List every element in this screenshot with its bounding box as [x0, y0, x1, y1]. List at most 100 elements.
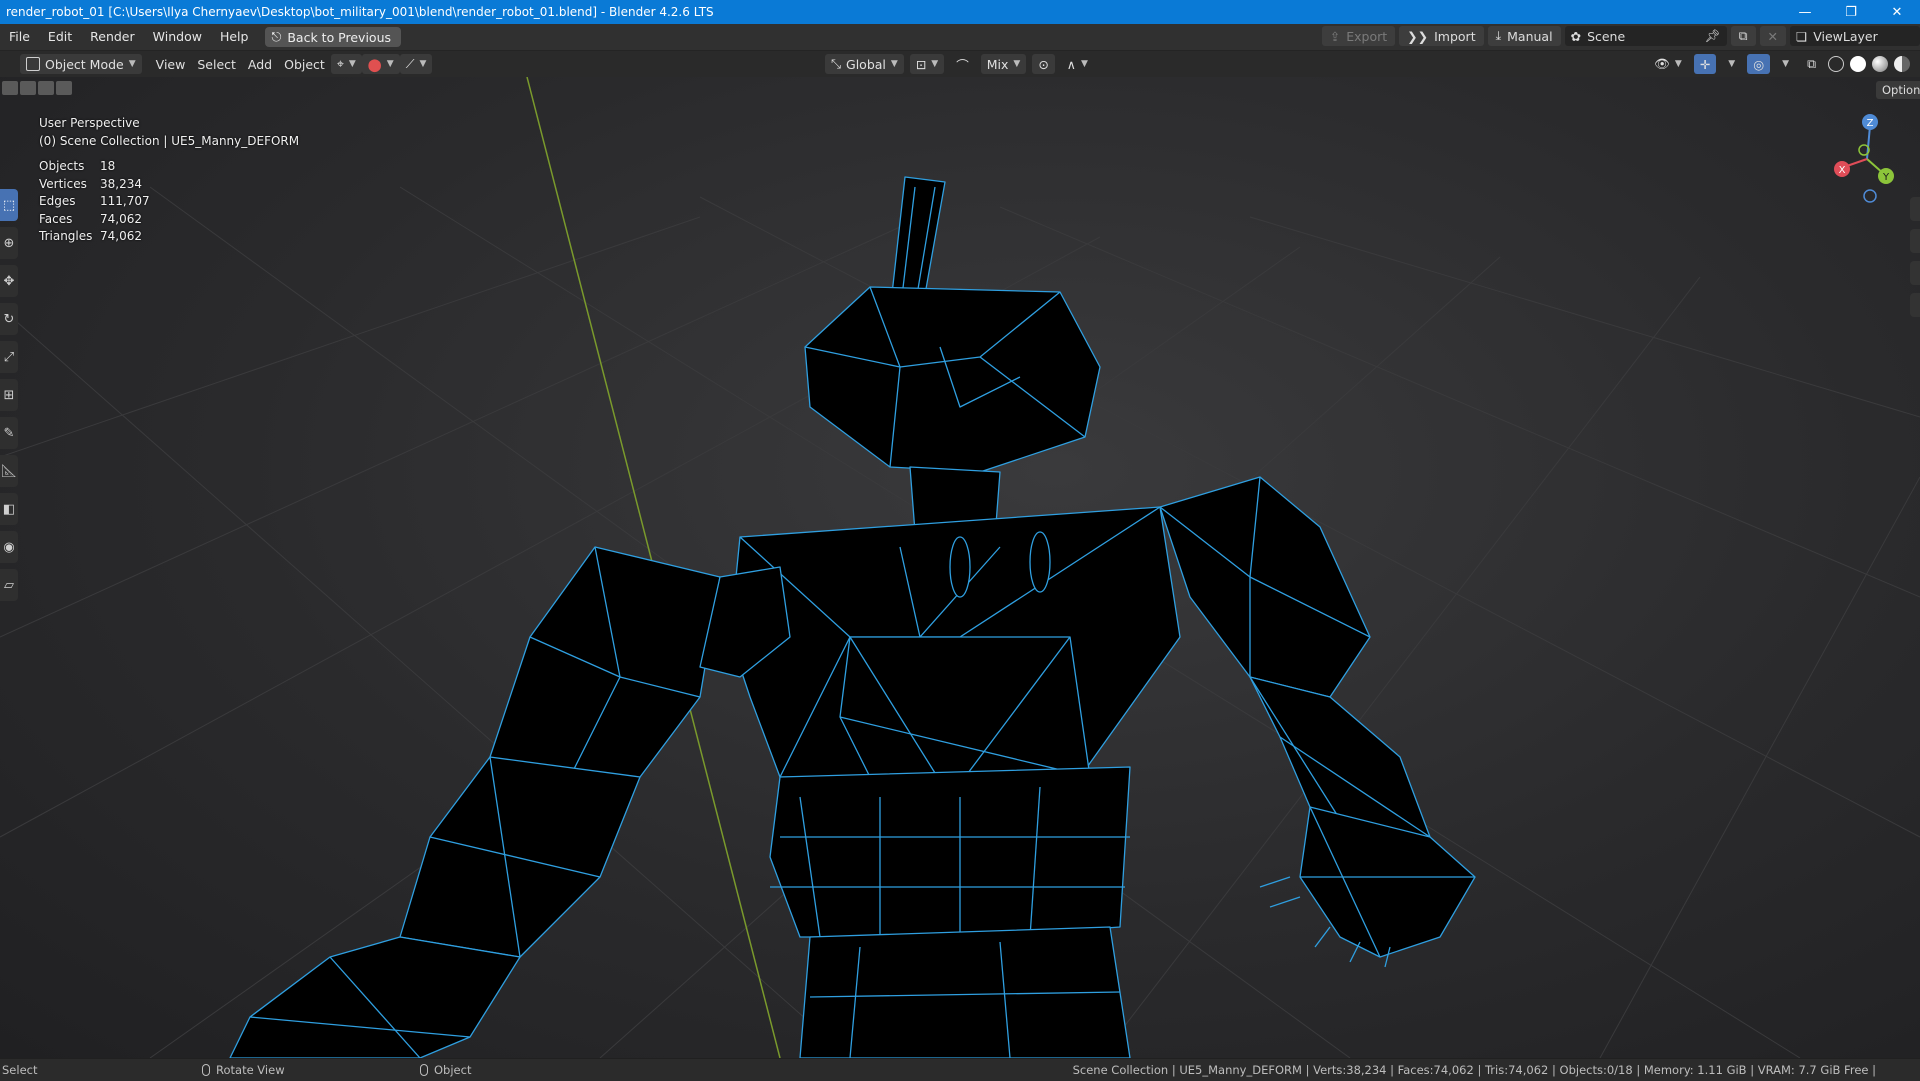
restore-button[interactable]: ❐ — [1828, 0, 1874, 24]
falloff-icon: ∧ — [1066, 56, 1076, 72]
wireframe-shading-icon[interactable] — [1828, 56, 1844, 72]
visibility-dropdown[interactable]: 👁︎ ▼ — [1648, 54, 1688, 74]
grease-pencil-tool-icon[interactable]: ▱ — [0, 569, 18, 601]
graph-button[interactable]: ⟋ ▼ — [399, 54, 433, 74]
pin-icon[interactable]: 📌︎ — [1705, 28, 1721, 44]
gizmo-x-label: X — [1839, 165, 1846, 176]
robot-mesh — [229, 176, 1476, 1058]
chevron-down-icon: ▼ — [1674, 59, 1682, 69]
stat-label: Edges — [39, 194, 76, 208]
menu-file[interactable]: File — [0, 26, 39, 48]
collection-info: (0) Scene Collection | UE5_Manny_DEFORM — [39, 134, 300, 148]
xray-toggle[interactable]: ⧉ — [1801, 54, 1822, 74]
select-new-icon[interactable] — [2, 81, 18, 95]
view-layer-icon: ❏ — [1796, 28, 1808, 44]
snap-toggle[interactable]: ⌒ — [950, 54, 975, 74]
magnet-icon: ⌒ — [956, 57, 969, 73]
overlays-toggle[interactable]: ◎ — [1747, 54, 1771, 74]
menu-select[interactable]: Select — [191, 54, 242, 74]
gizmo-toggle[interactable]: ✛ — [1693, 54, 1717, 74]
transform-orientation-dropdown[interactable]: ⤡ Global ▼ — [825, 54, 904, 74]
transform-tool-icon[interactable]: ⊞ — [0, 379, 18, 411]
stat-row: Triangles 74,062 — [39, 228, 150, 246]
scene-icon: ✿ — [1570, 28, 1582, 44]
import-button[interactable]: ❯❯ Import — [1399, 26, 1484, 46]
select-extend-icon[interactable] — [20, 81, 36, 95]
material-shading-icon[interactable] — [1872, 56, 1888, 72]
back-to-previous-button[interactable]: ⎋ Back to Previous — [265, 27, 402, 47]
scene-selector[interactable]: ✿ Scene 📌︎ — [1564, 26, 1727, 46]
proportional-edit-icon: ⊙ — [1038, 56, 1049, 72]
solid-shading-icon[interactable] — [1850, 56, 1866, 72]
cursor-tool-icon[interactable]: ⊕ — [0, 227, 18, 259]
chevron-down-icon: ▼ — [1728, 59, 1736, 69]
stat-row: Objects 18 — [39, 158, 150, 176]
view-layer-name: ViewLayer — [1813, 28, 1878, 44]
zoom-icon[interactable] — [1910, 197, 1920, 221]
menu-object[interactable]: Object — [278, 54, 331, 74]
navigation-gizmo[interactable]: Z Y X — [1832, 114, 1902, 204]
add-cube-tool-icon[interactable]: ◧ — [0, 493, 18, 525]
select-intersect-icon[interactable] — [56, 81, 72, 95]
stat-value: 111,707 — [100, 194, 150, 208]
orientation-label: Global — [846, 56, 886, 72]
manual-button[interactable]: ⤓ Manual — [1487, 26, 1561, 46]
pivot-point-dropdown[interactable]: ⊡ ▼ — [909, 54, 945, 74]
link-icon: ⬤ — [367, 56, 382, 72]
stat-value: 74,062 — [100, 211, 142, 226]
snap-mode-dropdown[interactable]: Mix ▼ — [980, 54, 1027, 74]
viewport-header: Object Mode ▼ View Select Add Object ⌖ ▼ … — [0, 51, 1920, 77]
object-mode-icon — [26, 57, 40, 71]
back-to-previous-label: Back to Previous — [287, 29, 392, 45]
menu-view[interactable]: View — [150, 54, 192, 74]
select-subtract-icon[interactable] — [38, 81, 54, 95]
ortho-toggle-icon[interactable] — [1910, 293, 1920, 317]
status-info: Scene Collection | UE5_Manny_DEFORM | Ve… — [1072, 1063, 1876, 1077]
orientation-icon: ⤡ — [831, 56, 842, 71]
menu-add[interactable]: Add — [242, 54, 278, 74]
stat-row: Vertices 38,234 — [39, 176, 150, 194]
camera-tool-icon[interactable]: ◉ — [0, 531, 18, 563]
measure-tool-icon[interactable]: 📐︎ — [0, 455, 18, 487]
rotate-tool-icon[interactable]: ↻ — [0, 303, 18, 335]
pan-icon[interactable] — [1910, 229, 1920, 253]
object-mode-dropdown[interactable]: Object Mode ▼ — [20, 54, 142, 74]
menu-window[interactable]: Window — [144, 26, 211, 48]
move-tool-icon[interactable]: ✥ — [0, 265, 18, 297]
header-center-group: ⤡ Global ▼ ⊡ ▼ ⌒ Mix ▼ ⊙ ∧ ▼ — [825, 54, 1094, 74]
export-button[interactable]: ⇪ Export — [1321, 26, 1396, 46]
stat-row: Edges 111,707 — [39, 193, 150, 211]
camera-view-icon[interactable] — [1910, 261, 1920, 285]
copy-icon: ⧉ — [1738, 28, 1748, 43]
menu-edit[interactable]: Edit — [39, 26, 81, 48]
link-button[interactable]: ⬤ ▼ — [361, 54, 400, 74]
window-title: render_robot_01 [C:\Users\Ilya Chernyaev… — [6, 5, 714, 19]
view-layer-selector[interactable]: ❏ ViewLayer — [1790, 26, 1920, 46]
transform-affect-button[interactable]: ⌖ ▼ — [330, 54, 362, 74]
delete-scene-button[interactable]: ✕ — [1759, 26, 1786, 46]
new-scene-button[interactable]: ⧉ — [1730, 26, 1756, 46]
falloff-dropdown[interactable]: ∧ ▼ — [1061, 54, 1094, 74]
scene-statistics: Objects 18 Vertices 38,234 Edges 111,707 Fa… — [39, 158, 150, 246]
stat-label: Vertices — [39, 176, 87, 191]
annotate-tool-icon[interactable]: ✎ — [0, 417, 18, 449]
select-box-tool-icon[interactable]: ⬚ — [0, 189, 18, 221]
3d-viewport[interactable]: Options User Perspective (0) Scene Colle… — [0, 77, 1920, 1058]
pivot-icon: ⌖ — [336, 56, 344, 71]
menu-help[interactable]: Help — [211, 26, 258, 48]
overlays-dropdown[interactable]: ▼ — [1776, 54, 1795, 74]
overlays-icon: ◎ — [1753, 56, 1765, 72]
scale-tool-icon[interactable]: ⤢ — [0, 341, 18, 373]
snap-mode-label: Mix — [986, 56, 1009, 72]
minimize-button[interactable]: — — [1782, 0, 1828, 24]
rendered-shading-icon[interactable] — [1894, 56, 1910, 72]
gizmo-dropdown[interactable]: ▼ — [1722, 54, 1741, 74]
mouse-icon — [420, 1064, 428, 1076]
status-bar: Select Rotate View Object Scene Collecti… — [0, 1058, 1920, 1081]
close-button[interactable]: ✕ — [1874, 0, 1920, 24]
menu-render[interactable]: Render — [81, 26, 144, 48]
proportional-edit-toggle[interactable]: ⊙ — [1032, 54, 1055, 74]
stat-value: 38,234 — [100, 176, 142, 191]
selection-mode-toggles — [2, 81, 72, 95]
options-tab[interactable]: Options — [1876, 81, 1920, 99]
